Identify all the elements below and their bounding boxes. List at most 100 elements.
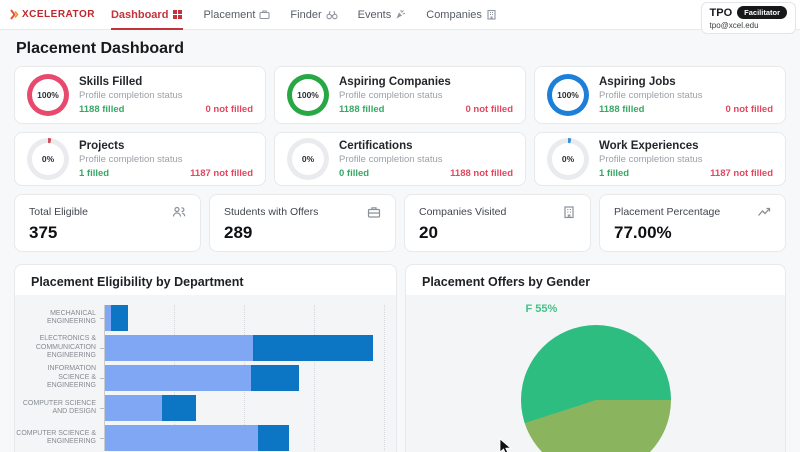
- bar-segment-segment-light-blue[interactable]: [105, 365, 251, 391]
- stat-value: 20: [419, 223, 438, 242]
- progress-ring: 100%: [547, 74, 589, 116]
- stat-value: 289: [224, 223, 253, 242]
- bar-chart-title: Placement Eligibility by Department: [31, 275, 244, 289]
- logo-icon: [10, 9, 19, 20]
- profile-card-projects: 0% Projects Profile completion status 1 fil…: [14, 132, 266, 186]
- bar-chart-card: Placement Eligibility by Department MECH…: [14, 264, 397, 452]
- bar-row: COMPUTER SCIENCE & ENGINEERING: [15, 425, 396, 451]
- bar-segment-segment-dark-blue[interactable]: [111, 305, 128, 331]
- not-filled-count: 0 not filled: [465, 103, 514, 115]
- profile-card-stats: 1188 filled 0 not filled: [599, 104, 773, 115]
- progress-ring-value: 0%: [32, 143, 64, 175]
- bar-chart-panel: MECHANICAL ENGINEERING ELECTRONICS & COMM…: [15, 295, 396, 452]
- profile-card-body: Aspiring Companies Profile completion sta…: [339, 76, 513, 115]
- bar-segment-segment-dark-blue[interactable]: [258, 425, 289, 451]
- stat-card-companies-visited: Companies Visited 20: [404, 194, 591, 252]
- profile-card-title: Skills Filled: [79, 75, 143, 88]
- bar-row: COMPUTER SCIENCE AND DESIGN: [15, 395, 396, 421]
- building-icon: [564, 206, 574, 219]
- profile-card-work-experiences: 0% Work Experiences Profile completion sta…: [534, 132, 786, 186]
- stat-label: Students with Offers: [224, 206, 319, 218]
- users-icon: [172, 206, 186, 217]
- account-role-badge: Facilitator: [737, 6, 787, 19]
- bar-segment-segment-light-blue[interactable]: [105, 395, 162, 421]
- progress-ring: 0%: [547, 138, 589, 180]
- top-navbar: xcelerator Dashboard Placement Finder: [0, 0, 800, 34]
- filled-count: 0 filled: [339, 167, 370, 179]
- bar-segment-segment-dark-blue[interactable]: [253, 335, 373, 361]
- pie-chart-title: Placement Offers by Gender: [422, 275, 591, 289]
- bar-segment-segment-light-blue[interactable]: [105, 335, 253, 361]
- nav-item-dashboard[interactable]: Dashboard: [111, 0, 183, 30]
- profile-card-body: Aspiring Jobs Profile completion status 11…: [599, 76, 773, 115]
- stat-label: Companies Visited: [419, 206, 507, 218]
- filled-count: 1 filled: [79, 167, 110, 179]
- bar-segment-segment-light-blue[interactable]: [105, 425, 258, 451]
- stat-card-students-with-offers: Students with Offers 289: [209, 194, 396, 252]
- binoculars-icon: [326, 10, 338, 20]
- not-filled-count: 1188 not filled: [450, 167, 513, 179]
- pie-chart[interactable]: [520, 325, 671, 452]
- profile-card-aspiring-jobs: 100% Aspiring Jobs Profile completion stat…: [534, 66, 786, 124]
- pie-chart-panel: F 55%: [406, 295, 785, 452]
- page-title: Placement Dashboard: [16, 40, 185, 57]
- briefcase-icon: [259, 10, 270, 20]
- bar-track: [105, 365, 299, 391]
- profile-card-title: Work Experiences: [599, 139, 699, 152]
- progress-ring-value: 100%: [32, 79, 64, 111]
- account-menu[interactable]: TPO Facilitator tpo@xcel.edu: [700, 2, 796, 34]
- bar-row: MECHANICAL ENGINEERING: [15, 305, 396, 331]
- account-email: tpo@xcel.edu: [709, 21, 759, 30]
- bar-segment-segment-dark-blue[interactable]: [162, 395, 196, 421]
- progress-ring-value: 0%: [292, 143, 324, 175]
- profile-card-body: Projects Profile completion status 1 fille…: [79, 140, 253, 179]
- nav-label: Events: [357, 8, 392, 21]
- bar-plot: MECHANICAL ENGINEERING ELECTRONICS & COMM…: [15, 295, 396, 451]
- stat-card-total-eligible: Total Eligible 375: [14, 194, 201, 252]
- filled-count: 1188 filled: [339, 103, 385, 115]
- profile-cards-row-1: 100% Skills Filled Profile completion stat…: [14, 66, 786, 124]
- bar-segment-segment-dark-blue[interactable]: [251, 365, 299, 391]
- profile-card-aspiring-companies: 100% Aspiring Companies Profile completion…: [274, 66, 526, 124]
- building-icon: [487, 9, 496, 20]
- profile-card-stats: 1 filled 1187 not filled: [79, 168, 253, 179]
- stat-label: Total Eligible: [29, 206, 88, 218]
- profile-card-subtitle: Profile completion status: [599, 153, 703, 165]
- axis-tick: [100, 347, 104, 349]
- stats-row: Total Eligible 375 Students with Offers: [14, 194, 786, 252]
- pie-slice-label: F 55%: [525, 303, 558, 315]
- bar-category-label: ELECTRONICS & COMMUNICATION ENGINEERING: [35, 335, 96, 360]
- stat-card-placement-percentage: Placement Percentage 77.00%: [599, 194, 786, 252]
- stat-value: 77.00%: [614, 223, 672, 242]
- bar-row: INFORMATION SCIENCE & ENGINEERING: [15, 365, 396, 391]
- profile-card-stats: 0 filled 1188 not filled: [339, 168, 513, 179]
- profile-card-title: Aspiring Companies: [339, 75, 451, 88]
- trend-up-icon: [758, 207, 771, 216]
- nav-item-events[interactable]: Events: [358, 0, 407, 30]
- pie-chart-card: Placement Offers by Gender F 55%: [405, 264, 786, 452]
- stat-value: 375: [29, 223, 58, 242]
- axis-tick: [100, 317, 104, 319]
- axis-tick: [100, 377, 104, 379]
- progress-ring: 100%: [27, 74, 69, 116]
- nav-label: Companies: [426, 8, 482, 21]
- nav-item-companies[interactable]: Companies: [426, 0, 497, 30]
- nav-label: Placement: [203, 8, 256, 21]
- bar-row: ELECTRONICS & COMMUNICATION ENGINEERING: [15, 335, 396, 361]
- axis-tick: [100, 437, 104, 439]
- progress-ring: 0%: [27, 138, 69, 180]
- nav-item-finder[interactable]: Finder: [290, 0, 338, 30]
- app-logo[interactable]: xcelerator: [10, 9, 95, 20]
- bar-category-label: COMPUTER SCIENCE AND DESIGN: [22, 399, 96, 415]
- bar-category-label: INFORMATION SCIENCE & ENGINEERING: [46, 365, 96, 390]
- bar-track: [105, 335, 373, 361]
- profile-card-stats: 1 filled 1187 not filled: [599, 168, 773, 179]
- axis-tick: [100, 407, 104, 409]
- progress-ring-value: 100%: [552, 79, 584, 111]
- progress-ring: 100%: [287, 74, 329, 116]
- nav-items: Dashboard Placement Finder Events Compan…: [111, 0, 497, 30]
- filled-count: 1188 filled: [79, 103, 125, 115]
- nav-label: Dashboard: [110, 8, 169, 21]
- progress-ring-value: 100%: [292, 79, 324, 111]
- nav-item-placement[interactable]: Placement: [203, 0, 270, 30]
